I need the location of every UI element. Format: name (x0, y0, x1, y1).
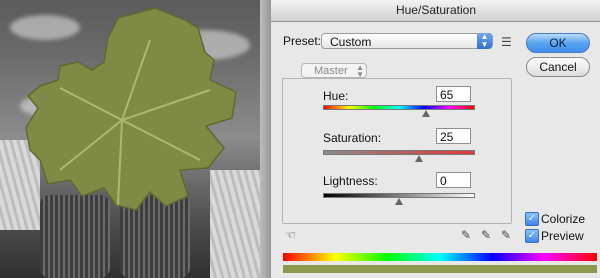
saturation-input[interactable]: 25 (436, 128, 471, 144)
lightness-input[interactable]: 0 (436, 172, 471, 188)
preview-checkbox[interactable]: ✓ (525, 229, 539, 243)
channel-select[interactable]: Master ▲ ▼ (301, 63, 367, 79)
hue-saturation-dialog: Hue/Saturation Preset: Custom ▲ ▼ ☰ OK Ca… (270, 0, 600, 278)
dialog-title: Hue/Saturation (271, 0, 600, 22)
eyedropper-plus-icon[interactable]: ✎ (481, 229, 491, 241)
hand-icon[interactable]: ☜ (285, 229, 296, 241)
preset-value: Custom (330, 35, 372, 49)
saturation-slider-track[interactable] (323, 150, 475, 155)
preset-label: Preset: (283, 34, 322, 48)
preview-label: Preview (541, 229, 584, 243)
background-photo (0, 0, 270, 278)
hue-slider-track[interactable] (323, 105, 475, 110)
channel-arrows-icon: ▲ ▼ (356, 63, 364, 79)
colorize-label: Colorize (541, 212, 586, 226)
leaf-image (25, 7, 237, 211)
hue-label: Hue: (323, 89, 349, 103)
preset-options-icon[interactable]: ☰ (501, 36, 512, 48)
saturation-slider-thumb[interactable] (414, 155, 423, 162)
colorize-checkbox[interactable]: ✓ (525, 212, 539, 226)
hue-input[interactable]: 65 (436, 86, 471, 102)
select-arrows-icon: ▲ ▼ (477, 33, 492, 49)
result-spectrum (283, 265, 597, 273)
reference-spectrum (283, 253, 597, 261)
lightness-label: Lightness: (323, 174, 378, 188)
saturation-label: Saturation: (323, 131, 382, 145)
hue-slider-thumb[interactable] (422, 110, 431, 117)
channel-value: Master (314, 65, 348, 77)
preset-select[interactable]: Custom ▲ ▼ (321, 33, 493, 49)
lightness-slider-thumb[interactable] (395, 198, 403, 205)
cancel-button[interactable]: Cancel (526, 57, 590, 77)
ok-button[interactable]: OK (526, 33, 590, 53)
eyedropper-icon[interactable]: ✎ (461, 229, 471, 241)
eyedropper-minus-icon[interactable]: ✎ (501, 229, 511, 241)
